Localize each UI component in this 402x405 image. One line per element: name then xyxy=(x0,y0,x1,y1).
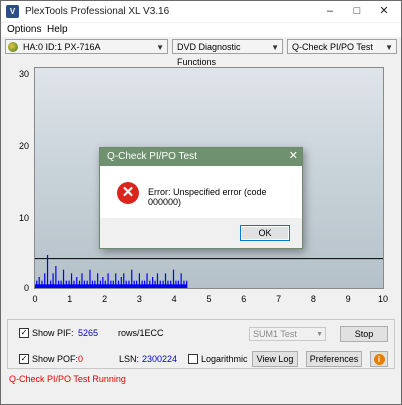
dialog-footer: OK xyxy=(100,218,302,248)
drive-select[interactable]: HA:0 ID:1 PX-716A ▼ xyxy=(5,39,168,54)
test-select[interactable]: Q-Check PI/PO Test ▼ xyxy=(287,39,397,54)
chevron-down-icon: ▼ xyxy=(385,43,393,52)
y-tick-label: 20 xyxy=(18,141,29,151)
x-tick-label: 3 xyxy=(136,294,142,304)
info-button[interactable]: i xyxy=(370,351,388,367)
unit-label: rows/1ECC xyxy=(118,328,164,338)
menu-bar: Options Help xyxy=(1,23,401,37)
chevron-down-icon: ▼ xyxy=(316,331,323,338)
close-icon[interactable]: ✕ xyxy=(373,1,395,22)
drive-icon xyxy=(8,42,18,52)
test-select-value: Q-Check PI/PO Test xyxy=(292,42,373,52)
main-window: V PlexTools Professional XL V3.16 – □ ✕ … xyxy=(0,0,402,405)
x-tick-label: 9 xyxy=(345,294,351,304)
sum-test-select[interactable]: SUM1 Test ▼ xyxy=(249,327,326,341)
status-bar: Q-Check PI/PO Test Running xyxy=(1,373,401,387)
status-text: Q-Check PI/PO Test Running xyxy=(9,374,126,384)
x-tick-label: 0 xyxy=(32,294,38,304)
minimize-icon[interactable]: – xyxy=(319,1,341,22)
ok-button[interactable]: OK xyxy=(240,225,290,241)
menu-options[interactable]: Options xyxy=(7,24,41,35)
chevron-down-icon: ▼ xyxy=(156,43,164,52)
show-pif-label: Show PIF: xyxy=(32,328,74,338)
stop-button[interactable]: Stop xyxy=(340,326,388,342)
window-title: PlexTools Professional XL V3.16 xyxy=(25,6,170,17)
x-tick-label: 7 xyxy=(276,294,282,304)
pif-value: 5265 xyxy=(78,328,99,338)
x-tick-label: 4 xyxy=(171,294,177,304)
dialog-close-icon[interactable]: ✕ xyxy=(289,149,298,162)
maximize-icon[interactable]: □ xyxy=(346,1,368,22)
pof-value: 0 xyxy=(78,354,84,364)
app-logo-icon: V xyxy=(6,5,19,18)
lsn-label: LSN: xyxy=(119,354,140,364)
x-tick-label: 6 xyxy=(241,294,247,304)
error-message: Error: Unspecified error (code 000000) xyxy=(148,187,267,207)
function-select-value: DVD Diagnostic Functions xyxy=(177,42,241,67)
dialog-title: Q-Check PI/PO Test xyxy=(107,151,197,162)
title-bar: V PlexTools Professional XL V3.16 – □ ✕ xyxy=(1,1,401,22)
show-pof-label: Show POF: xyxy=(32,354,79,364)
chevron-down-icon: ▼ xyxy=(271,43,279,52)
show-pif-checkbox[interactable]: ✓ xyxy=(19,328,29,338)
x-tick-label: 1 xyxy=(67,294,73,304)
error-dialog: Q-Check PI/PO Test ✕ ✕ Error: Unspecifie… xyxy=(99,147,303,249)
x-tick-label: 2 xyxy=(102,294,108,304)
y-tick-label: 10 xyxy=(18,213,29,223)
dialog-title-bar: Q-Check PI/PO Test ✕ xyxy=(100,148,302,166)
drive-select-value: HA:0 ID:1 PX-716A xyxy=(23,42,101,52)
x-tick-label: 5 xyxy=(206,294,212,304)
menu-help[interactable]: Help xyxy=(47,24,68,35)
x-tick-label: 8 xyxy=(310,294,316,304)
y-tick-label: 30 xyxy=(18,69,29,79)
preferences-button[interactable]: Preferences xyxy=(306,351,362,367)
sum-test-select-value: SUM1 Test xyxy=(253,329,297,339)
error-icon: ✕ xyxy=(117,182,139,204)
lsn-value: 2300224 xyxy=(142,354,178,364)
y-tick-label: 0 xyxy=(23,283,29,293)
view-log-button[interactable]: View Log xyxy=(252,351,298,367)
toolbar: HA:0 ID:1 PX-716A ▼ DVD Diagnostic Funct… xyxy=(1,38,401,67)
show-pof-checkbox[interactable]: ✓ xyxy=(19,354,29,364)
function-select[interactable]: DVD Diagnostic Functions ▼ xyxy=(172,39,283,67)
logarithmic-checkbox[interactable] xyxy=(188,354,198,364)
logarithmic-label: Logarithmic xyxy=(201,354,248,364)
x-tick-label: 10 xyxy=(377,294,388,304)
info-icon: i xyxy=(373,354,385,365)
